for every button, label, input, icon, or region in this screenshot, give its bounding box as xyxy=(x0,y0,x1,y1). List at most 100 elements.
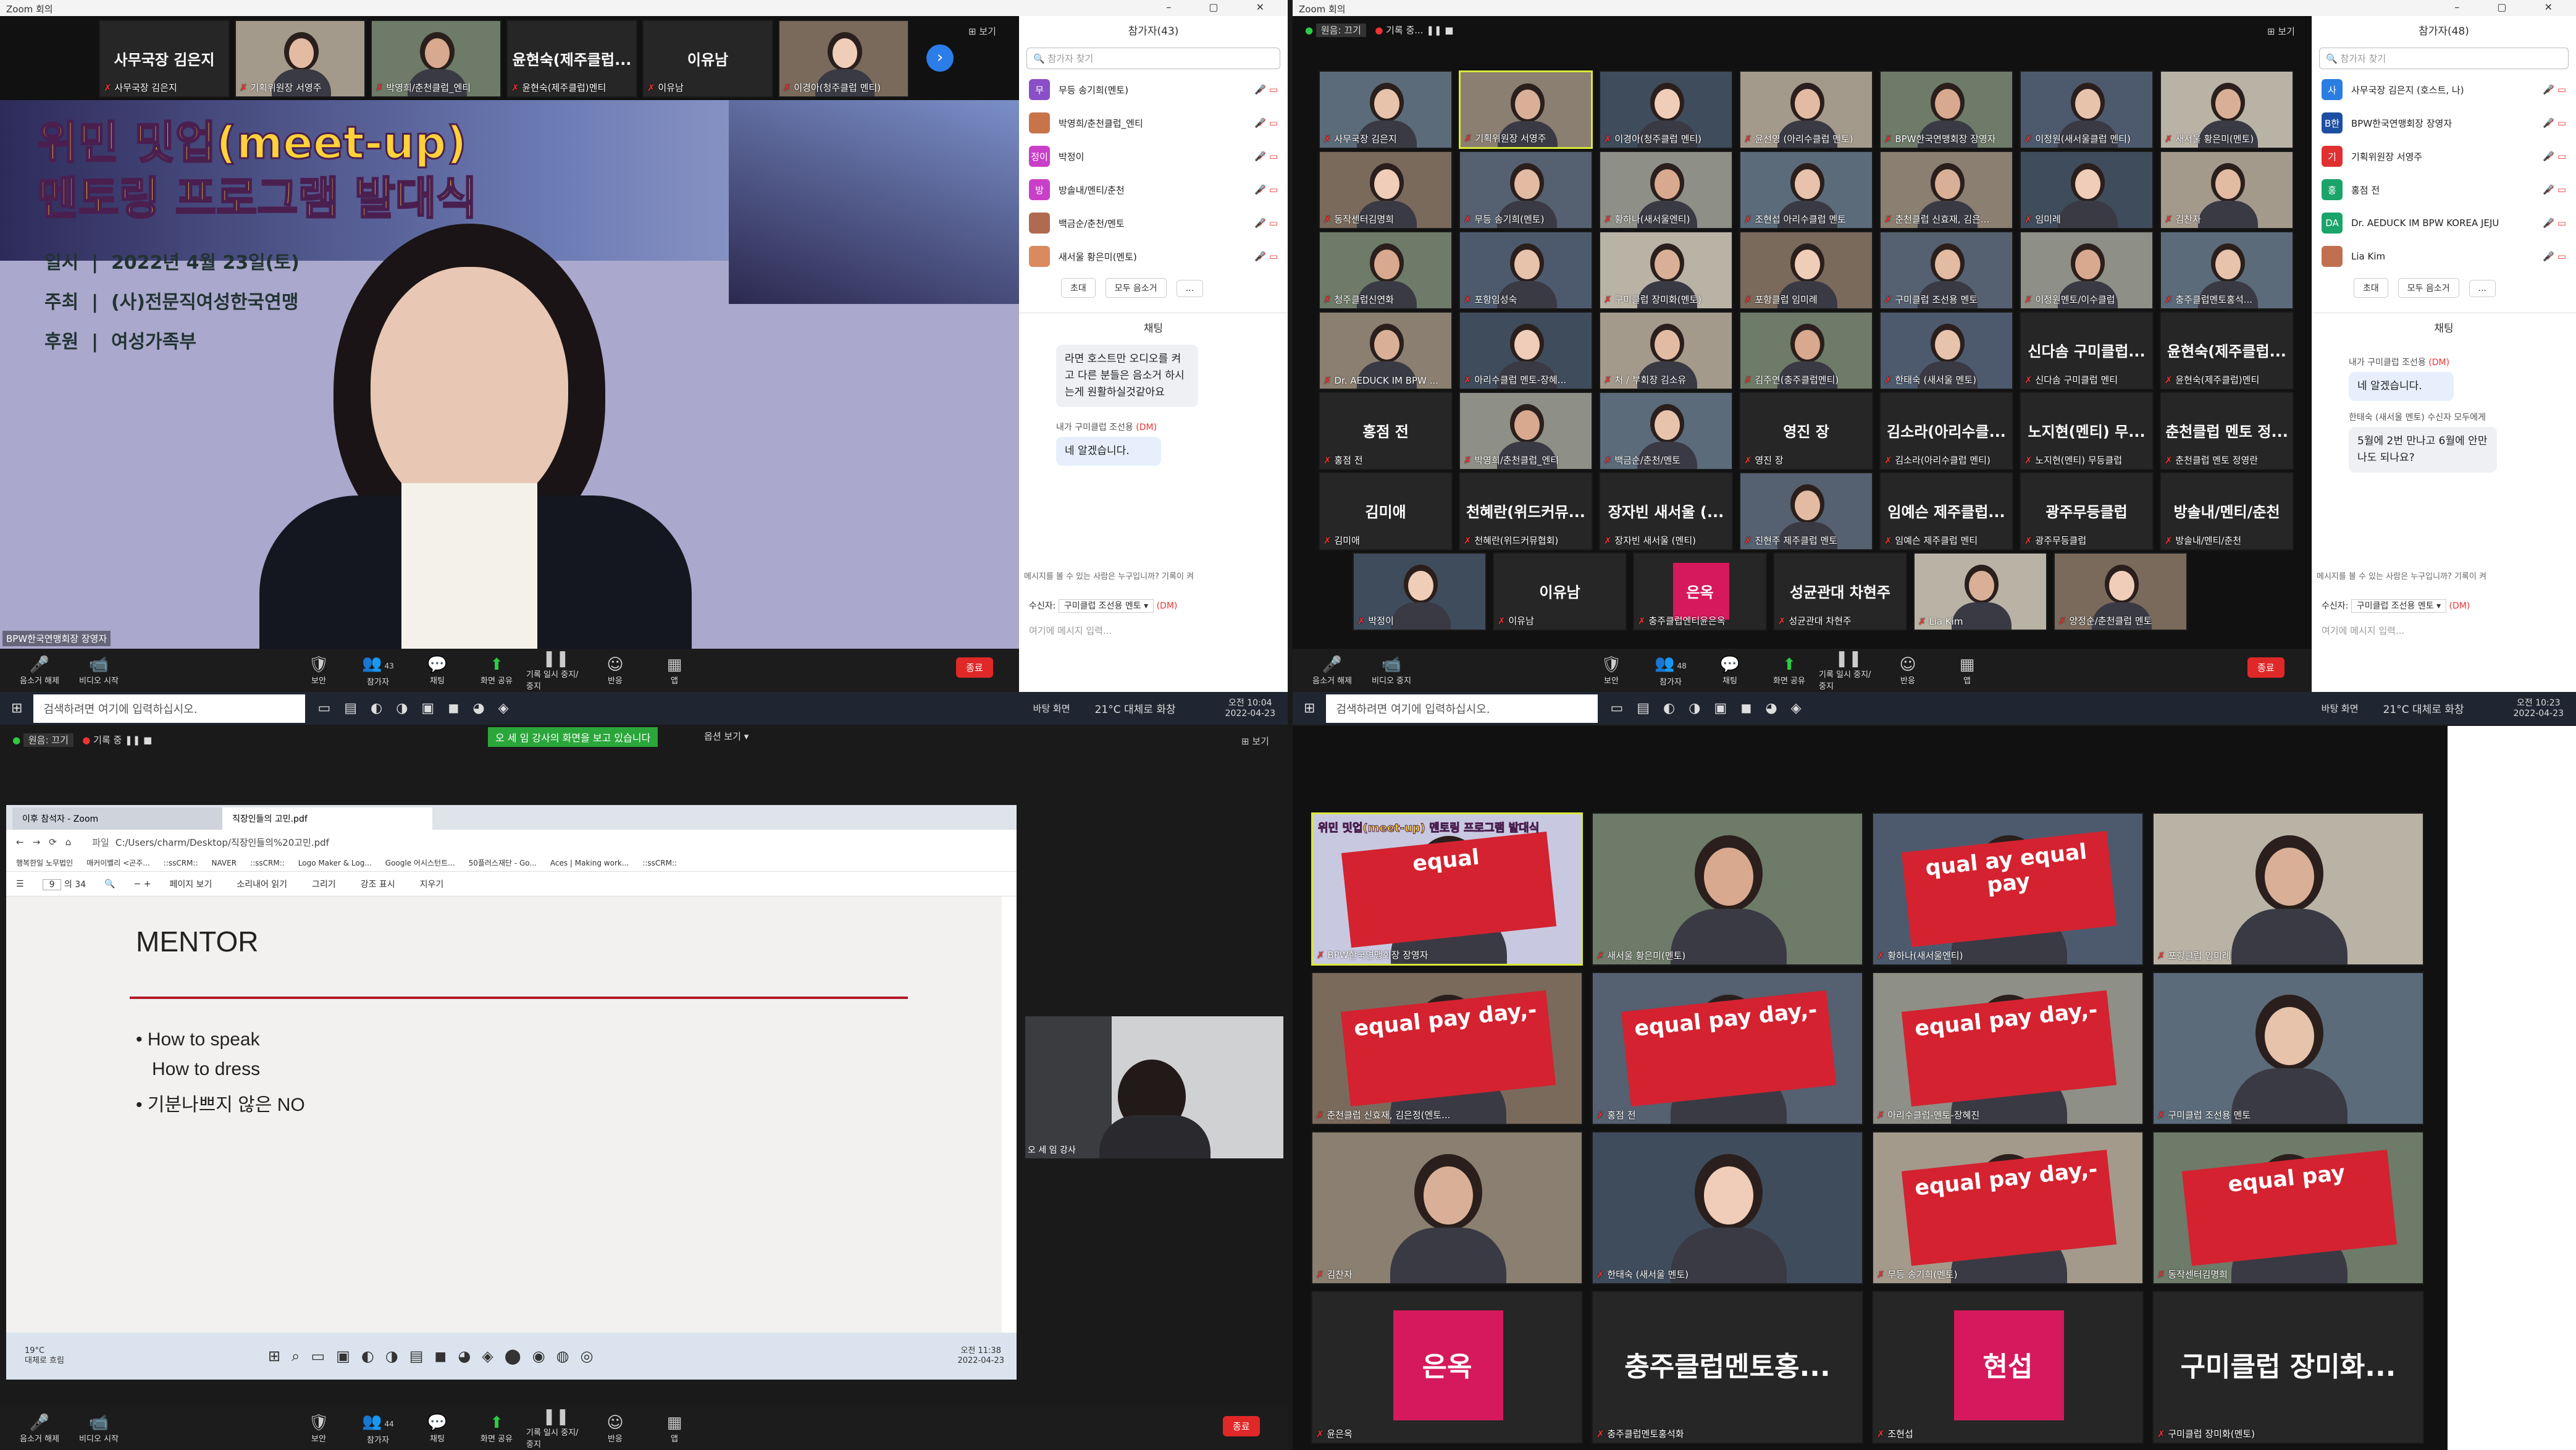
video-tile[interactable]: equal pay day,- 무등 송기희(멘토) xyxy=(1872,1131,2144,1284)
mute-all-button[interactable]: 모두 음소거 xyxy=(2398,278,2459,298)
mic-muted-icon[interactable]: 🎤̸ ▭ xyxy=(2543,84,2566,95)
participant-row[interactable]: DA Dr. AEDUCK IM BPW KOREA JEJU 🎤̸ ▭ xyxy=(2312,206,2576,240)
toolbar-chat-button[interactable]: 💬 채팅 xyxy=(408,1414,467,1444)
taskbar-weather[interactable]: 21°C 대체로 화창 xyxy=(1095,701,1176,716)
video-tile[interactable]: 임미례 xyxy=(2020,151,2154,229)
bookmark-link[interactable]: ::ssCRM:: xyxy=(164,859,198,867)
participant-row[interactable]: 백금순/춘천/멘토 🎤̸ ▭ xyxy=(1019,206,1288,240)
bookmark-link[interactable]: 행복한일 노무법인 xyxy=(16,858,73,868)
windows-start-icon[interactable]: ⊞ xyxy=(11,701,22,716)
view-button[interactable]: ⊞ 보기 xyxy=(968,25,996,38)
menu-icon[interactable]: ☰ xyxy=(16,879,24,889)
video-tile[interactable]: 구미클럽 조선용 멘토 xyxy=(2152,972,2424,1125)
mic-muted-icon[interactable]: 🎤̸ ▭ xyxy=(2543,151,2566,162)
taskbar-apps-icon[interactable]: ▭▤◐◑▣◼◕◈ xyxy=(1610,701,1815,716)
video-tile[interactable]: 구미클럽 장미화(멘토) xyxy=(1599,231,1733,310)
video-tile[interactable]: 광주무등클럽광주무등클럽 xyxy=(2020,472,2154,550)
end-button[interactable]: 종료 xyxy=(956,657,993,678)
video-tile[interactable]: equal위민 밋업(meet-up) 멘토링 프로그램 발대식 BPW한국연맹회… xyxy=(1311,812,1583,966)
toolbar-participants-button[interactable]: 👥 48 참가자 xyxy=(1641,654,1700,687)
toolbar-security-button[interactable]: 🛡 보안 xyxy=(289,1414,348,1444)
video-tile[interactable]: 은옥윤은옥 xyxy=(1311,1291,1583,1444)
toolbar-share-screen-button[interactable]: ⬆ 화면 공유 xyxy=(1760,655,1819,686)
search-icon[interactable]: 🔍 xyxy=(104,879,115,889)
video-tile[interactable]: 새서울 황은미(멘토) xyxy=(2160,70,2294,149)
video-tile[interactable]: 박영희/춘천클럽_엔티 xyxy=(1459,392,1593,470)
video-tile[interactable]: 이경아(청주클럽 멘티) xyxy=(778,20,909,98)
taskbar-clock[interactable]: 오전 10:23 2022-04-23 xyxy=(2514,698,2564,719)
video-tile[interactable]: 성균관대 차현주성균관대 차현주 xyxy=(1773,552,1907,631)
video-tile[interactable]: 현섭조현섭 xyxy=(1872,1291,2144,1444)
taskbar-apps-icon[interactable]: ▭▤◐◑▣◼◕◈ xyxy=(317,701,522,716)
window-controls[interactable]: – ▢ ✕ xyxy=(2454,1,2570,13)
toolbar-record-button[interactable]: ❚❚ 기록 일시 중지/중지 xyxy=(1819,649,1878,691)
pdf-tool-button[interactable]: 강조 표시 xyxy=(361,878,395,890)
video-tile[interactable]: 포항클럽 임미례 xyxy=(1739,231,1873,310)
video-tile[interactable]: 황하나(새서울엔티) xyxy=(1599,151,1733,229)
video-tile[interactable]: 한태숙 (새서울 멘토) xyxy=(1592,1131,1863,1284)
video-tile[interactable]: 이유남이유남 xyxy=(1493,552,1627,631)
video-tile[interactable]: 영진 장영진 장 xyxy=(1739,392,1873,470)
toolbar-share-screen-button[interactable]: ⬆ 화면 공유 xyxy=(467,1414,526,1444)
participant-row[interactable]: B한 BPW한국연맹회장 장영자 🎤̸ ▭ xyxy=(2312,106,2576,140)
bookmark-link[interactable]: 50플러스재단 - Go... xyxy=(469,858,537,868)
video-tile[interactable]: 이경아(청주클럽 멘티) xyxy=(1599,70,1733,149)
video-tile[interactable]: 처 / 부회장 김소유 xyxy=(1599,311,1733,390)
video-tile[interactable]: equal pay 동작센터김명희 xyxy=(2152,1131,2424,1284)
mic-muted-icon[interactable]: 🎤̸ ▭ xyxy=(1254,251,1278,262)
video-tile[interactable]: 충주클럽멘토홍석... xyxy=(2160,231,2294,310)
video-tile[interactable]: 사무국장 김은지 xyxy=(1319,70,1453,149)
inner-taskbar-apps-icon[interactable]: ⊞⌕▭▣◐◑▤◼◕◈⬤◉◍◎ xyxy=(268,1347,604,1365)
mic-muted-icon[interactable]: 🎤̸ ▭ xyxy=(1254,184,1278,195)
window-controls[interactable]: – ▢ ✕ xyxy=(1166,1,1282,13)
chat-input[interactable]: 여기에 메시지 입력... xyxy=(1029,624,1112,637)
video-tile[interactable]: 구미클럽 조선용 멘토 xyxy=(1879,231,2013,310)
toolbar-chat-button[interactable]: 💬 채팅 xyxy=(408,655,467,686)
mic-muted-icon[interactable]: 🎤̸ ▭ xyxy=(1254,117,1278,129)
video-tile[interactable]: 박정이 xyxy=(1353,552,1487,631)
mic-muted-icon[interactable]: 🎤̸ ▭ xyxy=(1254,151,1278,162)
participant-row[interactable]: Lia Kim 🎤̸ ▭ xyxy=(2312,240,2576,273)
toolbar-video-button[interactable]: 📹 비디오 시작 xyxy=(69,655,128,686)
toolbar-apps-button[interactable]: ▦ 앱 xyxy=(645,1414,704,1444)
video-tile[interactable]: 동작센터김명희 xyxy=(1319,151,1453,229)
video-tile[interactable]: 포항클럽 임미례 xyxy=(2152,812,2424,966)
video-tile[interactable]: 진현주 제주클럽 멘토 xyxy=(1739,472,1873,550)
participant-row[interactable]: 홍 홍점 전 🎤̸ ▭ xyxy=(2312,173,2576,206)
bookmark-link[interactable]: Aces | Making work... xyxy=(550,859,629,867)
video-tile[interactable]: equal pay day,- 홍점 전 xyxy=(1592,972,1863,1125)
taskbar-clock[interactable]: 오전 10:04 2022-04-23 xyxy=(1225,698,1275,719)
chat-recipient[interactable]: 수신자: 구미클럽 조선용 멘토 ▾ (DM) xyxy=(1029,599,1177,613)
video-tile[interactable]: 홍점 전홍점 전 xyxy=(1319,392,1453,470)
video-tile[interactable]: 충주클럽멘토홍... 충주클럽멘토홍석화 xyxy=(1592,1291,1863,1444)
chat-recipient[interactable]: 수신자: 구미클럽 조선용 멘토 ▾ (DM) xyxy=(2322,599,2470,613)
video-tile[interactable]: 김소라(아리수클... 김소라(아리수클럽 멘티) xyxy=(1879,392,2013,470)
page-field[interactable]: 9 의 34 xyxy=(42,878,86,890)
taskbar-weather[interactable]: 21°C 대체로 화창 xyxy=(2383,701,2464,716)
browser-tab[interactable]: 이후 참석자 - Zoom xyxy=(12,807,222,830)
browser-tab-active[interactable]: 직장인들의 고민.pdf xyxy=(222,807,432,830)
video-tile[interactable]: 박영희/춘천클럽_엔티 xyxy=(371,20,501,98)
toolbar-video-button[interactable]: 📹 비디오 시작 xyxy=(69,1414,128,1444)
video-tile[interactable]: 기획위원장 서영주 xyxy=(235,20,366,98)
video-tile[interactable]: 새서울 황은미(멘토) xyxy=(1592,812,1863,966)
zoom-controls[interactable]: − + xyxy=(134,879,151,889)
toolbar-chat-button[interactable]: 💬 채팅 xyxy=(1700,655,1760,686)
toolbar-reactions-button[interactable]: ☺ 반응 xyxy=(585,1414,645,1444)
video-tile[interactable]: 은옥충주클럽엔티윤은옥 xyxy=(1633,552,1767,631)
pdf-tool-button[interactable]: 페이지 보기 xyxy=(169,878,212,890)
taskbar-search[interactable]: 검색하려면 여기에 입력하십시오. xyxy=(33,694,306,723)
pdf-tool-button[interactable]: 지우기 xyxy=(420,878,444,890)
taskbar-desktop[interactable]: 바탕 화면 xyxy=(1033,702,1070,715)
video-tile[interactable]: qual ay equal pay 황하나(새서울엔티) xyxy=(1872,812,2144,966)
participant-row[interactable]: 기 기획위원장 서영주 🎤̸ ▭ xyxy=(2312,140,2576,173)
participant-row[interactable]: 사 사무국장 김은지 (호스트, 나) 🎤̸ ▭ xyxy=(2312,73,2576,106)
toolbar-reactions-button[interactable]: ☺ 반응 xyxy=(585,655,645,686)
invite-button[interactable]: 초대 xyxy=(2354,278,2388,298)
participant-row[interactable]: 새서울 황은미(멘토) 🎤̸ ▭ xyxy=(1019,240,1288,273)
video-tile[interactable]: 아리수클럽 멘토-장혜... xyxy=(1459,311,1593,390)
video-tile[interactable]: 한태숙 (새서울 멘토) xyxy=(1879,311,2013,390)
participant-search[interactable]: 🔍 참가자 찾기 xyxy=(1026,48,1280,69)
mic-muted-icon[interactable]: 🎤̸ ▭ xyxy=(2543,117,2566,129)
video-tile[interactable]: 구미클럽 장미화... 구미클럽 장미화(멘토) xyxy=(2152,1291,2424,1444)
